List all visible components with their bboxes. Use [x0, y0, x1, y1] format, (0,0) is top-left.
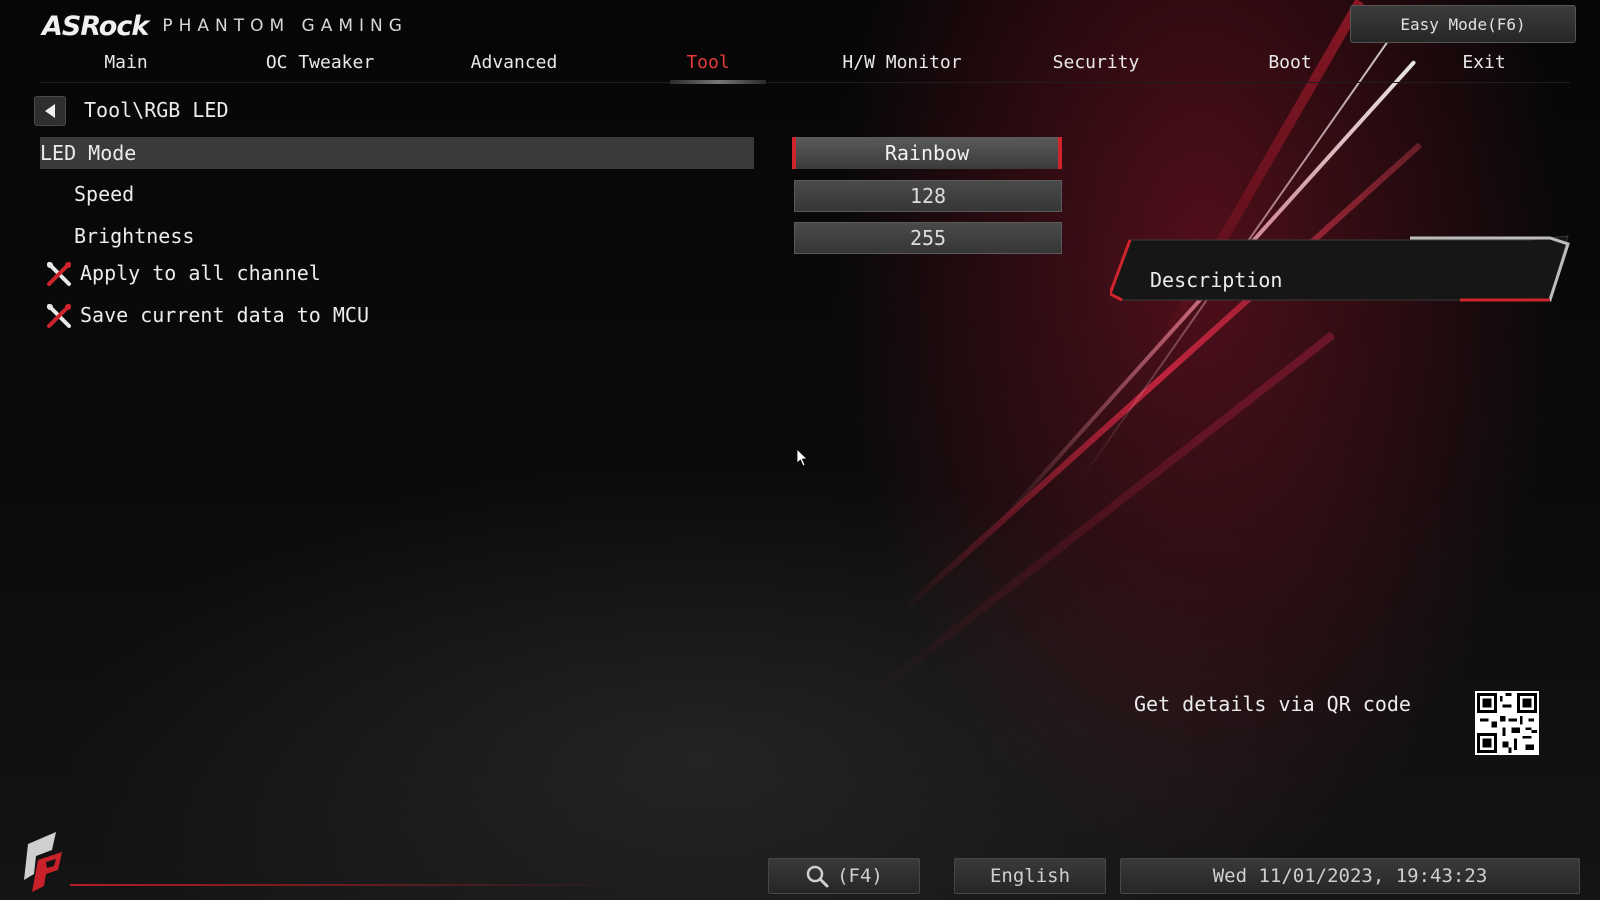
tool-cross-icon — [47, 262, 71, 286]
qr-code-graphic — [1477, 693, 1537, 753]
language-button[interactable]: English — [954, 858, 1106, 894]
easy-mode-button[interactable]: Easy Mode(F6) — [1350, 5, 1576, 43]
brightness-value[interactable]: 255 — [794, 222, 1062, 254]
save-data-to-mcu-label: Save current data to MCU — [80, 303, 369, 327]
tool-cross-icon — [47, 304, 71, 328]
bottom-accent-line — [70, 884, 630, 886]
apply-to-all-channel-label: Apply to all channel — [80, 261, 321, 285]
qr-code-icon[interactable] — [1475, 691, 1539, 755]
search-icon — [806, 865, 829, 888]
search-shortcut-label: (F4) — [837, 865, 883, 887]
decorative-streak — [857, 331, 1336, 708]
breadcrumb: Tool\RGB LED — [84, 98, 229, 122]
tab-main[interactable]: Main — [40, 46, 212, 82]
save-data-to-mcu-item[interactable]: Save current data to MCU — [40, 299, 754, 331]
brightness-label: Brightness — [74, 224, 195, 248]
led-mode-value[interactable]: Rainbow — [792, 137, 1062, 169]
led-mode-label: LED Mode — [40, 141, 137, 165]
speed-label: Speed — [74, 182, 135, 206]
tab-exit[interactable]: Exit — [1398, 46, 1570, 82]
setting-row-led-mode[interactable]: LED Mode — [40, 137, 754, 169]
tab-advanced[interactable]: Advanced — [428, 46, 600, 82]
setting-row-speed[interactable]: Speed — [40, 178, 754, 210]
bios-screen: ASRock PHANTOM GAMING Easy Mode(F6) Main… — [0, 0, 1600, 900]
phantom-gaming-logo: PHANTOM GAMING — [162, 16, 408, 36]
tab-oc-tweaker[interactable]: OC Tweaker — [234, 46, 406, 82]
apply-to-all-channel-item[interactable]: Apply to all channel — [40, 257, 754, 289]
decorative-streak — [897, 142, 1423, 616]
tab-tool[interactable]: Tool — [622, 46, 794, 84]
back-button[interactable] — [34, 96, 66, 126]
tab-bar: Main OC Tweaker Advanced Tool H/W Monito… — [40, 46, 1570, 84]
tab-hw-monitor[interactable]: H/W Monitor — [816, 46, 988, 82]
mouse-pointer-icon — [797, 449, 808, 467]
qr-details-text: Get details via QR code — [1134, 692, 1411, 716]
description-title: Description — [1150, 268, 1283, 292]
search-button[interactable]: (F4) — [768, 858, 920, 894]
chevron-left-icon — [45, 104, 55, 118]
phantom-gaming-emblem — [16, 826, 76, 894]
pg-emblem-graphic — [24, 832, 62, 892]
speed-value[interactable]: 128 — [794, 180, 1062, 212]
setting-row-brightness[interactable]: Brightness — [40, 220, 754, 252]
tab-boot[interactable]: Boot — [1204, 46, 1376, 82]
asrock-logo: ASRock — [42, 10, 149, 42]
brand-header: ASRock PHANTOM GAMING — [42, 6, 408, 46]
datetime-display: Wed 11/01/2023, 19:43:23 — [1120, 858, 1580, 894]
tab-security[interactable]: Security — [1010, 46, 1182, 82]
description-panel: Description — [1110, 234, 1570, 304]
